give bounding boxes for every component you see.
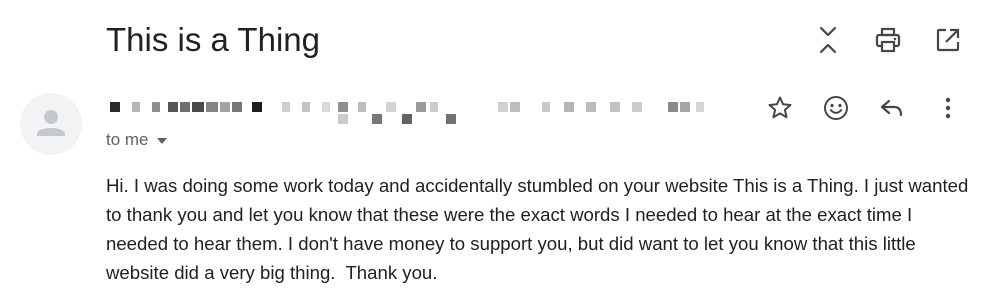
email-body: Hi. I was doing some work today and acci… xyxy=(106,175,974,283)
recipient-label: to me xyxy=(106,130,149,149)
recipient-details-toggle[interactable]: to me xyxy=(106,128,167,152)
avatar[interactable] xyxy=(20,93,82,155)
message-actions xyxy=(764,92,964,124)
reply-icon[interactable] xyxy=(876,92,908,124)
sender-redacted xyxy=(106,96,726,130)
more-vert-icon[interactable] xyxy=(932,92,964,124)
print-icon[interactable] xyxy=(872,24,904,56)
person-icon xyxy=(37,110,65,136)
caret-down-icon xyxy=(156,138,167,144)
thread-toolbar xyxy=(812,24,964,56)
emoji-icon[interactable] xyxy=(820,92,852,124)
star-icon[interactable] xyxy=(764,92,796,124)
email-subject: This is a Thing xyxy=(106,21,320,58)
collapse-icon[interactable] xyxy=(812,24,844,56)
open-in-new-window-icon[interactable] xyxy=(932,24,964,56)
